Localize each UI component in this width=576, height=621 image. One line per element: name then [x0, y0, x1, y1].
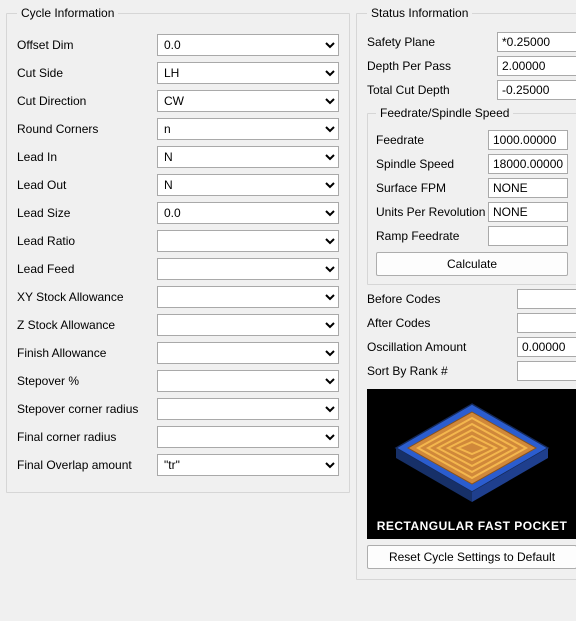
label-lead-feed: Lead Feed	[17, 262, 157, 276]
row-before-codes: Before Codes	[367, 289, 576, 309]
label-spindle: Spindle Speed	[376, 157, 488, 171]
row-depth-per-pass: Depth Per Pass	[367, 56, 576, 76]
row-round-corners: Round Corners n	[17, 118, 339, 140]
label-finish-allowance: Finish Allowance	[17, 346, 157, 360]
label-offset-dim: Offset Dim	[17, 38, 157, 52]
label-cut-direction: Cut Direction	[17, 94, 157, 108]
label-after-codes: After Codes	[367, 316, 485, 330]
combo-lead-in[interactable]: N	[157, 146, 339, 168]
field-sort-rank[interactable]	[517, 361, 576, 381]
label-final-corner: Final corner radius	[17, 430, 157, 444]
row-ramp-feedrate: Ramp Feedrate	[376, 226, 568, 246]
field-ramp-feedrate[interactable]	[488, 226, 568, 246]
combo-offset-dim[interactable]: 0.0	[157, 34, 339, 56]
label-lead-in: Lead In	[17, 150, 157, 164]
row-finish-allowance: Finish Allowance	[17, 342, 339, 364]
label-ramp-feedrate: Ramp Feedrate	[376, 229, 488, 243]
row-total-cut-depth: Total Cut Depth	[367, 80, 576, 100]
field-osc-amount[interactable]	[517, 337, 576, 357]
row-after-codes: After Codes	[367, 313, 576, 333]
status-info-group: Status Information Safety Plane Depth Pe…	[356, 6, 576, 580]
feedrate-legend: Feedrate/Spindle Speed	[376, 106, 513, 120]
label-xy-stock: XY Stock Allowance	[17, 290, 157, 304]
combo-stepover-corner[interactable]	[157, 398, 339, 420]
label-lead-size: Lead Size	[17, 206, 157, 220]
row-feedrate: Feedrate	[376, 130, 568, 150]
label-cut-side: Cut Side	[17, 66, 157, 80]
label-lead-out: Lead Out	[17, 178, 157, 192]
row-spindle: Spindle Speed	[376, 154, 568, 174]
row-cut-direction: Cut Direction CW	[17, 90, 339, 112]
feedrate-group: Feedrate/Spindle Speed Feedrate Spindle …	[367, 106, 576, 285]
field-spindle[interactable]	[488, 154, 568, 174]
combo-lead-size[interactable]: 0.0	[157, 202, 339, 224]
field-after-codes[interactable]	[517, 313, 576, 333]
row-lead-in: Lead In N	[17, 146, 339, 168]
row-offset-dim: Offset Dim 0.0	[17, 34, 339, 56]
reset-defaults-button[interactable]: Reset Cycle Settings to Default	[367, 545, 576, 569]
label-depth-per-pass: Depth Per Pass	[367, 59, 479, 73]
label-upr: Units Per Revolution	[376, 205, 488, 219]
combo-round-corners[interactable]: n	[157, 118, 339, 140]
field-total-cut-depth[interactable]	[497, 80, 576, 100]
status-info-legend: Status Information	[367, 6, 472, 20]
combo-z-stock[interactable]	[157, 314, 339, 336]
calculate-button[interactable]: Calculate	[376, 252, 568, 276]
combo-cut-side[interactable]: LH	[157, 62, 339, 84]
label-stepover-corner: Stepover corner radius	[17, 402, 157, 416]
combo-cut-direction[interactable]: CW	[157, 90, 339, 112]
label-final-overlap: Final Overlap amount	[17, 458, 157, 472]
row-final-corner: Final corner radius	[17, 426, 339, 448]
combo-finish-allowance[interactable]	[157, 342, 339, 364]
row-lead-ratio: Lead Ratio	[17, 230, 339, 252]
combo-final-overlap[interactable]: "tr"	[157, 454, 339, 476]
label-osc-amount: Oscillation Amount	[367, 340, 485, 354]
label-round-corners: Round Corners	[17, 122, 157, 136]
row-cut-side: Cut Side LH	[17, 62, 339, 84]
field-upr[interactable]	[488, 202, 568, 222]
label-sort-rank: Sort By Rank #	[367, 364, 485, 378]
label-safety-plane: Safety Plane	[367, 35, 479, 49]
combo-stepover-pct[interactable]	[157, 370, 339, 392]
label-total-cut-depth: Total Cut Depth	[367, 83, 479, 97]
row-safety-plane: Safety Plane	[367, 32, 576, 52]
field-feedrate[interactable]	[488, 130, 568, 150]
combo-xy-stock[interactable]	[157, 286, 339, 308]
field-sfpm[interactable]	[488, 178, 568, 198]
row-z-stock: Z Stock Allowance	[17, 314, 339, 336]
row-lead-size: Lead Size 0.0	[17, 202, 339, 224]
row-sort-rank: Sort By Rank #	[367, 361, 576, 381]
combo-lead-ratio[interactable]	[157, 230, 339, 252]
row-stepover-pct: Stepover %	[17, 370, 339, 392]
row-final-overlap: Final Overlap amount "tr"	[17, 454, 339, 476]
preview-image: RECTANGULAR FAST POCKET	[367, 389, 576, 539]
label-z-stock: Z Stock Allowance	[17, 318, 157, 332]
combo-final-corner[interactable]	[157, 426, 339, 448]
row-xy-stock: XY Stock Allowance	[17, 286, 339, 308]
pocket-icon	[387, 393, 557, 513]
row-upr: Units Per Revolution	[376, 202, 568, 222]
combo-lead-feed[interactable]	[157, 258, 339, 280]
preview-caption: RECTANGULAR FAST POCKET	[377, 519, 568, 539]
row-osc-amount: Oscillation Amount	[367, 337, 576, 357]
label-before-codes: Before Codes	[367, 292, 485, 306]
combo-lead-out[interactable]: N	[157, 174, 339, 196]
label-stepover-pct: Stepover %	[17, 374, 157, 388]
row-stepover-corner: Stepover corner radius	[17, 398, 339, 420]
row-sfpm: Surface FPM	[376, 178, 568, 198]
label-lead-ratio: Lead Ratio	[17, 234, 157, 248]
field-depth-per-pass[interactable]	[497, 56, 576, 76]
cycle-info-group: Cycle Information Offset Dim 0.0 Cut Sid…	[6, 6, 350, 493]
row-lead-feed: Lead Feed	[17, 258, 339, 280]
label-sfpm: Surface FPM	[376, 181, 488, 195]
field-before-codes[interactable]	[517, 289, 576, 309]
field-safety-plane[interactable]	[497, 32, 576, 52]
row-lead-out: Lead Out N	[17, 174, 339, 196]
label-feedrate: Feedrate	[376, 133, 488, 147]
cycle-info-legend: Cycle Information	[17, 6, 118, 20]
